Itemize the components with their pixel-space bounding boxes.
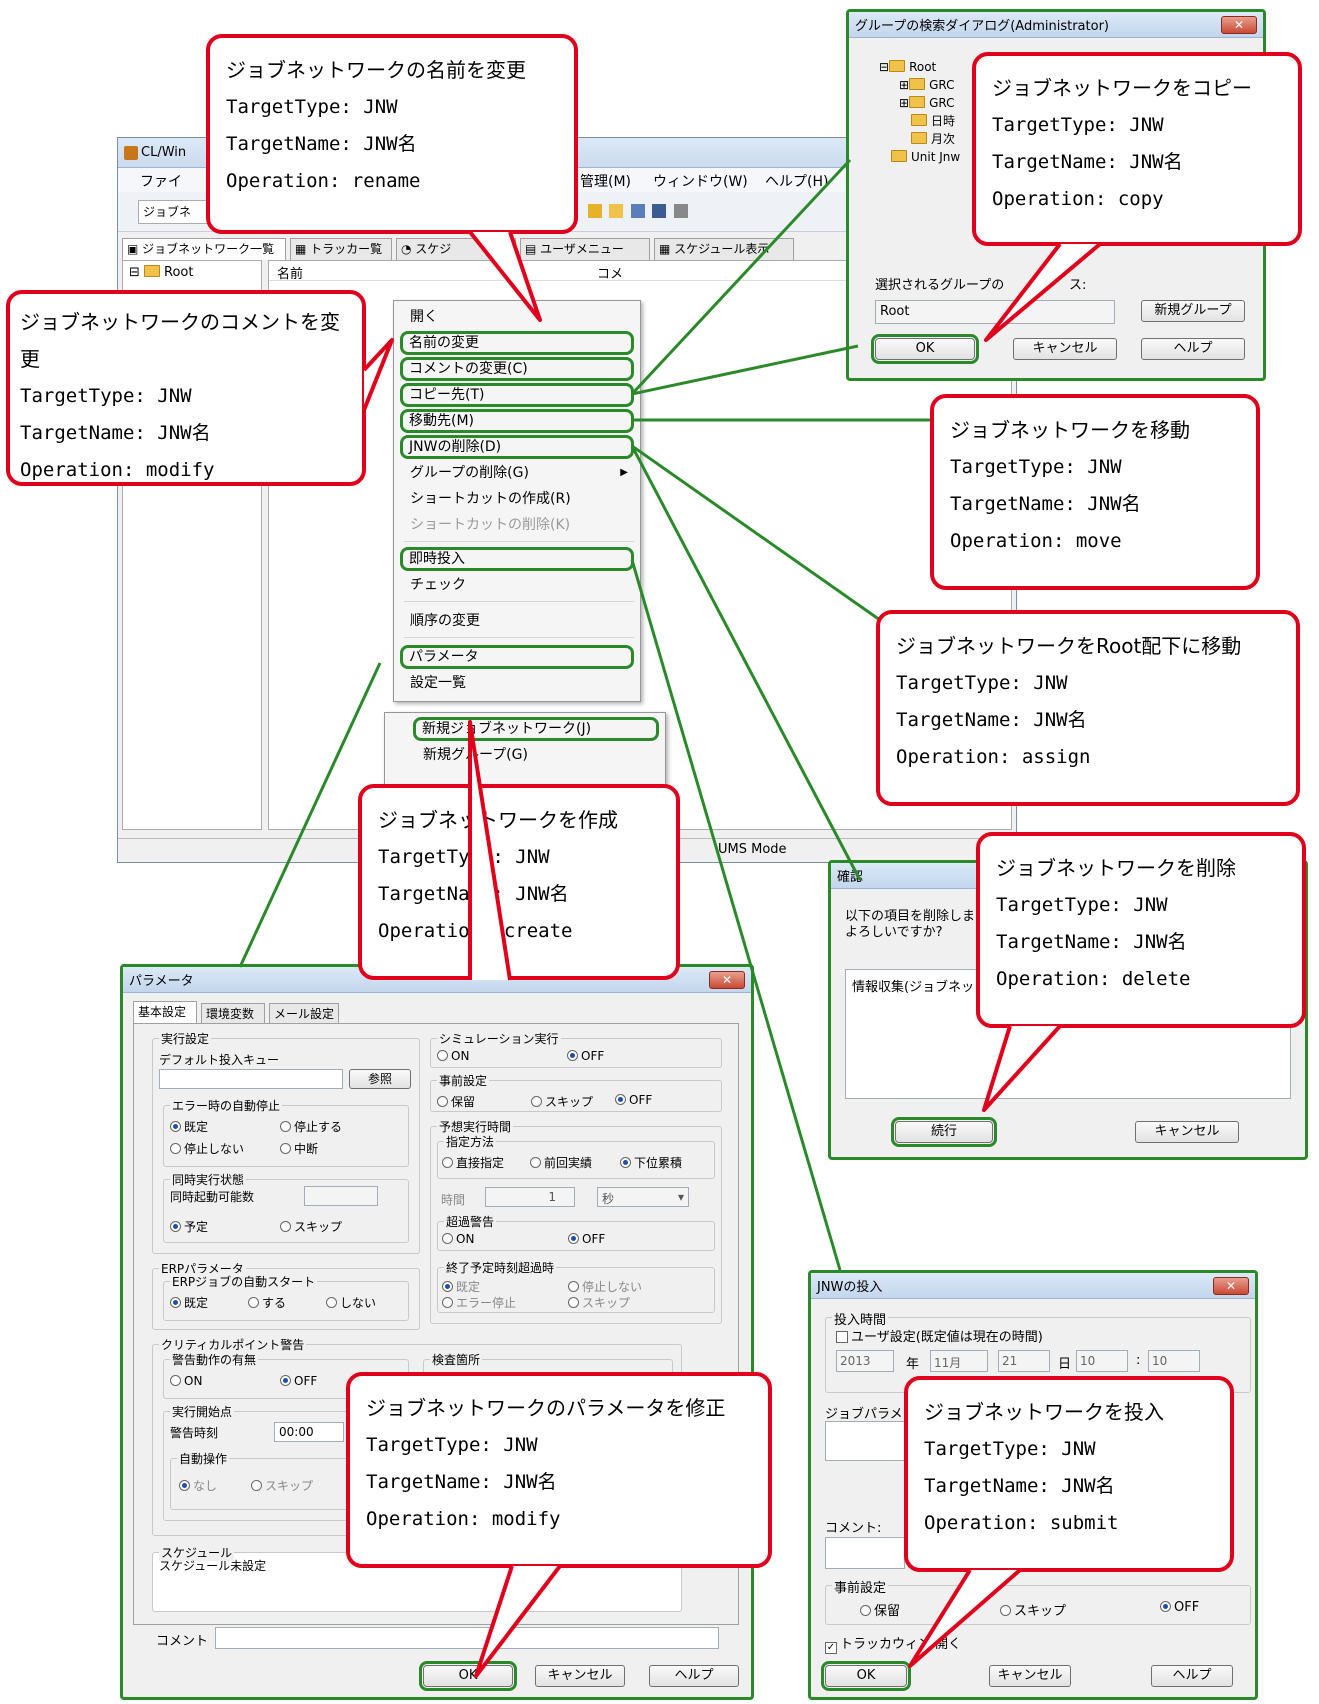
callout-tails xyxy=(362,230,1102,1678)
